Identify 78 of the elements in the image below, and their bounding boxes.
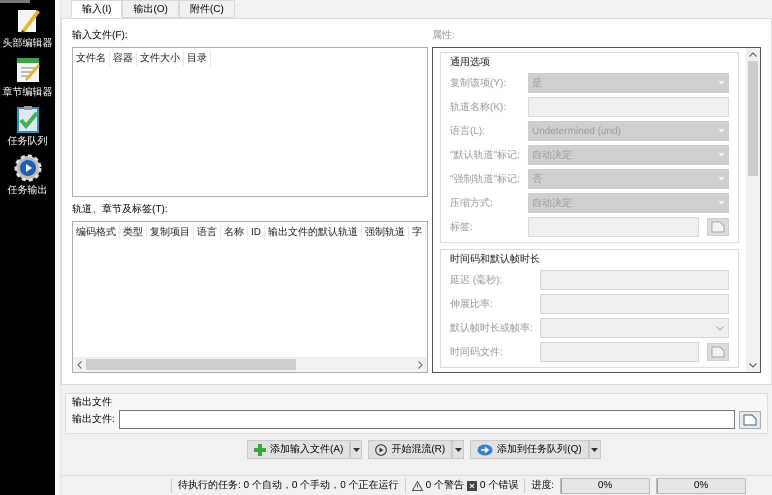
field-label: 延迟 (毫秒): [450, 274, 504, 288]
scrollbar-thumb[interactable] [748, 61, 758, 176]
field-label: 默认帧时长或帧率: [450, 322, 534, 336]
column-header[interactable]: 语言 [194, 224, 221, 240]
field-label: "强制轨道"标记: [450, 172, 521, 186]
progress-reading: 0% [694, 479, 708, 493]
field-label: 伸展比率: [450, 298, 494, 312]
column-header[interactable]: 字 [409, 224, 426, 240]
column-header[interactable]: 名称 [221, 224, 248, 240]
dropdown-button[interactable] [452, 440, 464, 459]
section-label: 属性: [432, 28, 456, 42]
dropdown-button[interactable] [350, 440, 362, 459]
column-header[interactable]: 容器 [110, 50, 137, 66]
play-icon [375, 444, 388, 456]
document-icon [711, 221, 725, 233]
field-label: 时间码文件: [450, 346, 504, 360]
group-title: 时间码和默认帧时长 [450, 252, 541, 266]
status-text: 待执行的任务: 0 个自动，0 个手动，0 个正在运行 [171, 478, 399, 493]
section-label: 输入文件(F): [72, 28, 129, 42]
column-header[interactable]: 编码格式 [73, 224, 120, 240]
status-text: 进度: [524, 478, 554, 493]
action-button[interactable]: 添加输入文件(A) [247, 440, 350, 459]
caret-icon [454, 448, 462, 452]
column-header[interactable]: 复制项目 [147, 224, 194, 240]
field-label: 标签: [450, 220, 474, 234]
error-icon [466, 480, 477, 490]
output-file-field[interactable] [118, 410, 735, 429]
gear-play-icon [12, 153, 42, 183]
sidebar-item[interactable]: 章节编辑器 [0, 55, 55, 100]
scroll-right-icon [418, 360, 423, 368]
column-header[interactable]: 目录 [184, 50, 211, 66]
sidebar-item[interactable]: 头部编辑器 [0, 6, 55, 51]
scroll-up-icon [749, 52, 757, 57]
field-label: 压缩方式: [450, 196, 494, 210]
group-title: 通用选项 [450, 56, 491, 70]
field-label: 复制该项(Y): [450, 76, 508, 90]
section-label: 轨道、章节及标签(T): [72, 202, 169, 216]
scrollbar-thumb[interactable] [86, 359, 296, 370]
field-label: 轨道名称(K): [450, 100, 508, 114]
status-text: 0 个错误 [480, 479, 518, 493]
chevron-down-icon [716, 326, 724, 330]
browse-button[interactable] [739, 410, 761, 428]
action-button[interactable]: 开始混流(R) [368, 440, 452, 459]
sidebar-item[interactable]: 任务输出 [0, 153, 55, 198]
tab[interactable]: 附件(C) [178, 0, 235, 18]
plus-icon [254, 444, 266, 456]
scroll-left-icon [77, 360, 82, 368]
document-icon [743, 414, 757, 426]
column-header[interactable]: ID [248, 224, 265, 240]
caret-icon [591, 448, 598, 452]
column-header[interactable]: 类型 [120, 224, 147, 240]
caret-icon [718, 129, 725, 133]
field-label: "默认轨道"标记: [450, 148, 521, 162]
action-button[interactable]: 添加到任务队列(Q) [470, 440, 589, 459]
tab[interactable]: 输出(O) [122, 0, 179, 18]
sidebar-item[interactable]: 任务队列 [0, 104, 55, 149]
group-title: 输出文件 [72, 396, 113, 410]
caret-icon [718, 201, 725, 205]
caret-icon [352, 448, 360, 452]
column-header[interactable]: 文件名 [73, 50, 110, 66]
vertical-scrollbar[interactable] [746, 48, 760, 372]
arrow-right-icon [477, 444, 494, 456]
field-label: 语言(L): [450, 124, 486, 138]
progress-reading: 0% [598, 479, 612, 493]
horizontal-scrollbar[interactable] [73, 357, 427, 372]
tab[interactable]: 输入(I) [71, 0, 122, 18]
document-icon [711, 346, 725, 358]
warning-icon [412, 480, 423, 490]
column-header[interactable]: 输出文件的默认轨道 [265, 224, 362, 240]
scroll-down-icon [749, 363, 757, 368]
column-header[interactable]: 强制轨道 [362, 224, 409, 240]
status-text: 0 个警告 [426, 478, 464, 493]
caret-icon [718, 153, 725, 157]
field-label: 输出文件: [72, 412, 115, 427]
dropdown-button[interactable] [588, 440, 601, 459]
column-header[interactable]: 文件大小 [137, 50, 184, 66]
caret-icon [718, 81, 725, 85]
caret-icon [718, 177, 725, 181]
